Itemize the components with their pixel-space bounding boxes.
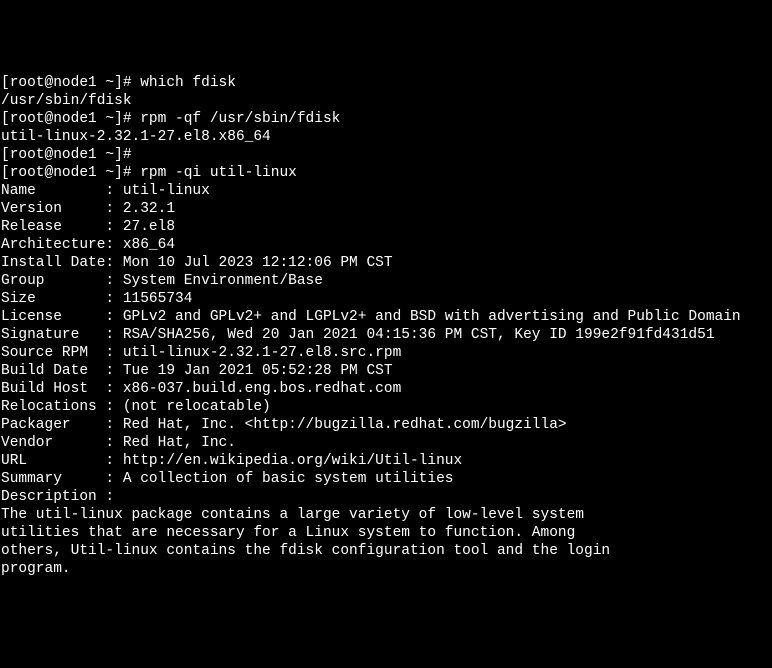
terminal-output[interactable]: [root@node1 ~]# which fdisk/usr/sbin/fdi… <box>1 74 771 578</box>
terminal-line: Size : 11565734 <box>1 290 771 308</box>
terminal-line: Install Date: Mon 10 Jul 2023 12:12:06 P… <box>1 254 771 272</box>
terminal-line: Name : util-linux <box>1 182 771 200</box>
terminal-line: [root@node1 ~]# <box>1 146 771 164</box>
terminal-line: The util-linux package contains a large … <box>1 506 771 524</box>
terminal-line: Source RPM : util-linux-2.32.1-27.el8.sr… <box>1 344 771 362</box>
terminal-line: Packager : Red Hat, Inc. <http://bugzill… <box>1 416 771 434</box>
terminal-line: Build Host : x86-037.build.eng.bos.redha… <box>1 380 771 398</box>
terminal-line: Signature : RSA/SHA256, Wed 20 Jan 2021 … <box>1 326 771 344</box>
terminal-line: Description : <box>1 488 771 506</box>
terminal-line: Version : 2.32.1 <box>1 200 771 218</box>
terminal-line: Relocations : (not relocatable) <box>1 398 771 416</box>
terminal-line: util-linux-2.32.1-27.el8.x86_64 <box>1 128 771 146</box>
terminal-line: [root@node1 ~]# which fdisk <box>1 74 771 92</box>
terminal-line: License : GPLv2 and GPLv2+ and LGPLv2+ a… <box>1 308 771 326</box>
terminal-line: [root@node1 ~]# rpm -qi util-linux <box>1 164 771 182</box>
terminal-line: utilities that are necessary for a Linux… <box>1 524 771 542</box>
terminal-line: Vendor : Red Hat, Inc. <box>1 434 771 452</box>
terminal-line: [root@node1 ~]# rpm -qf /usr/sbin/fdisk <box>1 110 771 128</box>
terminal-line: others, Util-linux contains the fdisk co… <box>1 542 771 560</box>
terminal-line: Architecture: x86_64 <box>1 236 771 254</box>
terminal-line: Summary : A collection of basic system u… <box>1 470 771 488</box>
terminal-line: program. <box>1 560 771 578</box>
terminal-line: Group : System Environment/Base <box>1 272 771 290</box>
terminal-line: Build Date : Tue 19 Jan 2021 05:52:28 PM… <box>1 362 771 380</box>
terminal-line: URL : http://en.wikipedia.org/wiki/Util-… <box>1 452 771 470</box>
terminal-line: /usr/sbin/fdisk <box>1 92 771 110</box>
terminal-line: Release : 27.el8 <box>1 218 771 236</box>
